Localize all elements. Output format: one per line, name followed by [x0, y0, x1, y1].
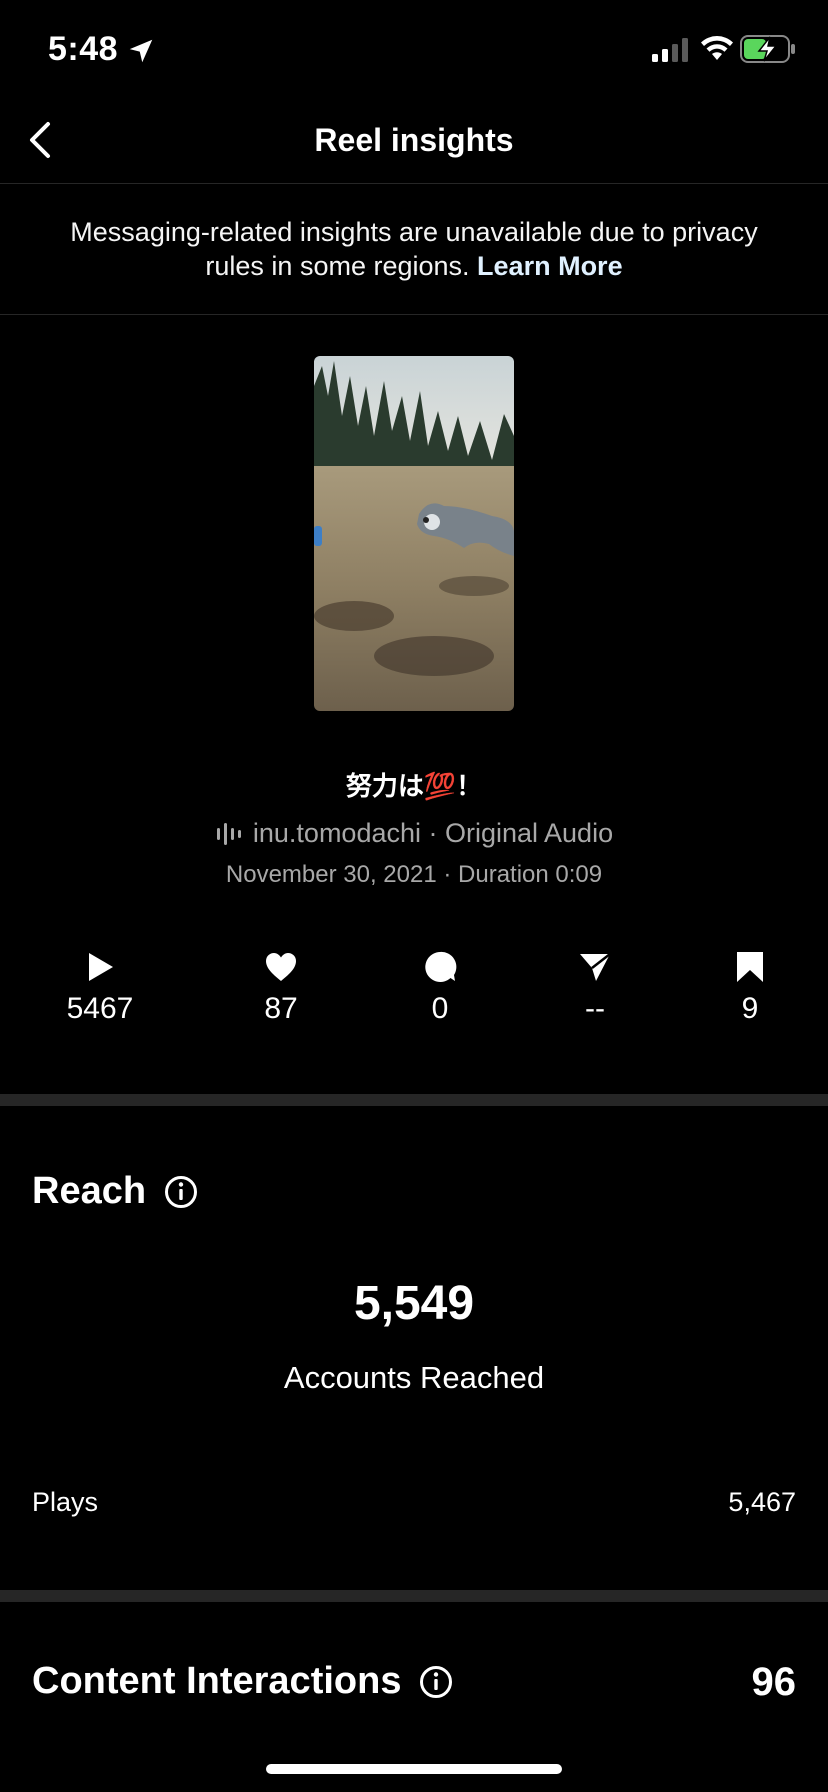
accounts-reached-value: 5,549	[353, 1277, 475, 1330]
saves-count: 9	[741, 992, 759, 1025]
reel-insights-screen: 5:48 Reel insights Messaging-related ins…	[0, 0, 828, 1792]
likes-count: 87	[264, 992, 298, 1025]
shares-count: --	[585, 992, 605, 1025]
info-icon[interactable]	[419, 1665, 453, 1699]
paper-plane-icon	[580, 953, 611, 981]
audio-label: inu.tomodachi · Original Audio	[252, 818, 614, 848]
plays-row: Plays 5,467	[32, 1487, 796, 1518]
reach-section-title: Reach	[32, 1170, 198, 1213]
wifi-icon	[701, 36, 733, 60]
info-icon[interactable]	[164, 1175, 198, 1209]
reel-meta: November 30, 2021 · Duration 0:09	[225, 861, 603, 888]
comments-count: 0	[431, 992, 449, 1025]
heart-icon	[266, 953, 296, 981]
play-icon	[89, 953, 113, 981]
plays-label: Plays	[32, 1487, 99, 1517]
privacy-notice: Messaging-related insights are unavailab…	[0, 185, 828, 315]
notice-text: Messaging-related insights are unavailab…	[70, 217, 758, 281]
plays-value: 5,467	[728, 1487, 796, 1517]
section-divider	[0, 1590, 828, 1602]
status-bar: 5:48	[0, 0, 828, 100]
reach-title: Reach	[32, 1170, 147, 1212]
section-divider	[0, 1094, 828, 1106]
battery-charging-icon	[740, 35, 795, 63]
content-interactions-title: Content Interactions	[32, 1660, 402, 1702]
stat-likes: 87	[201, 950, 361, 1026]
status-time: 5:48	[48, 30, 119, 68]
page-title: Reel insights	[314, 122, 514, 158]
location-arrow-icon	[129, 39, 153, 63]
home-indicator[interactable]	[266, 1764, 562, 1774]
stat-shares: --	[515, 950, 675, 1026]
audio-row[interactable]: inu.tomodachi · Original Audio	[0, 818, 828, 849]
cellular-signal-icon	[652, 38, 688, 62]
stat-saves: 9	[670, 950, 828, 1026]
plays-count: 5467	[66, 992, 134, 1025]
content-interactions-value: 96	[751, 1660, 797, 1704]
stats-row: 5467 87 0 -- 9	[0, 950, 828, 1040]
stat-comments: 0	[360, 950, 520, 1026]
accounts-reached-label: Accounts Reached	[283, 1360, 545, 1395]
reel-caption: 努力は💯！	[345, 771, 483, 801]
comment-bubble-icon	[425, 951, 457, 982]
content-interactions-section-title: Content Interactions	[32, 1660, 453, 1703]
nav-bar: Reel insights	[0, 100, 828, 184]
learn-more-link[interactable]: Learn More	[477, 251, 623, 281]
reel-thumbnail[interactable]	[314, 356, 514, 711]
stat-plays: 5467	[20, 950, 180, 1026]
bookmark-icon	[737, 952, 763, 982]
audio-waveform-icon	[216, 822, 241, 845]
